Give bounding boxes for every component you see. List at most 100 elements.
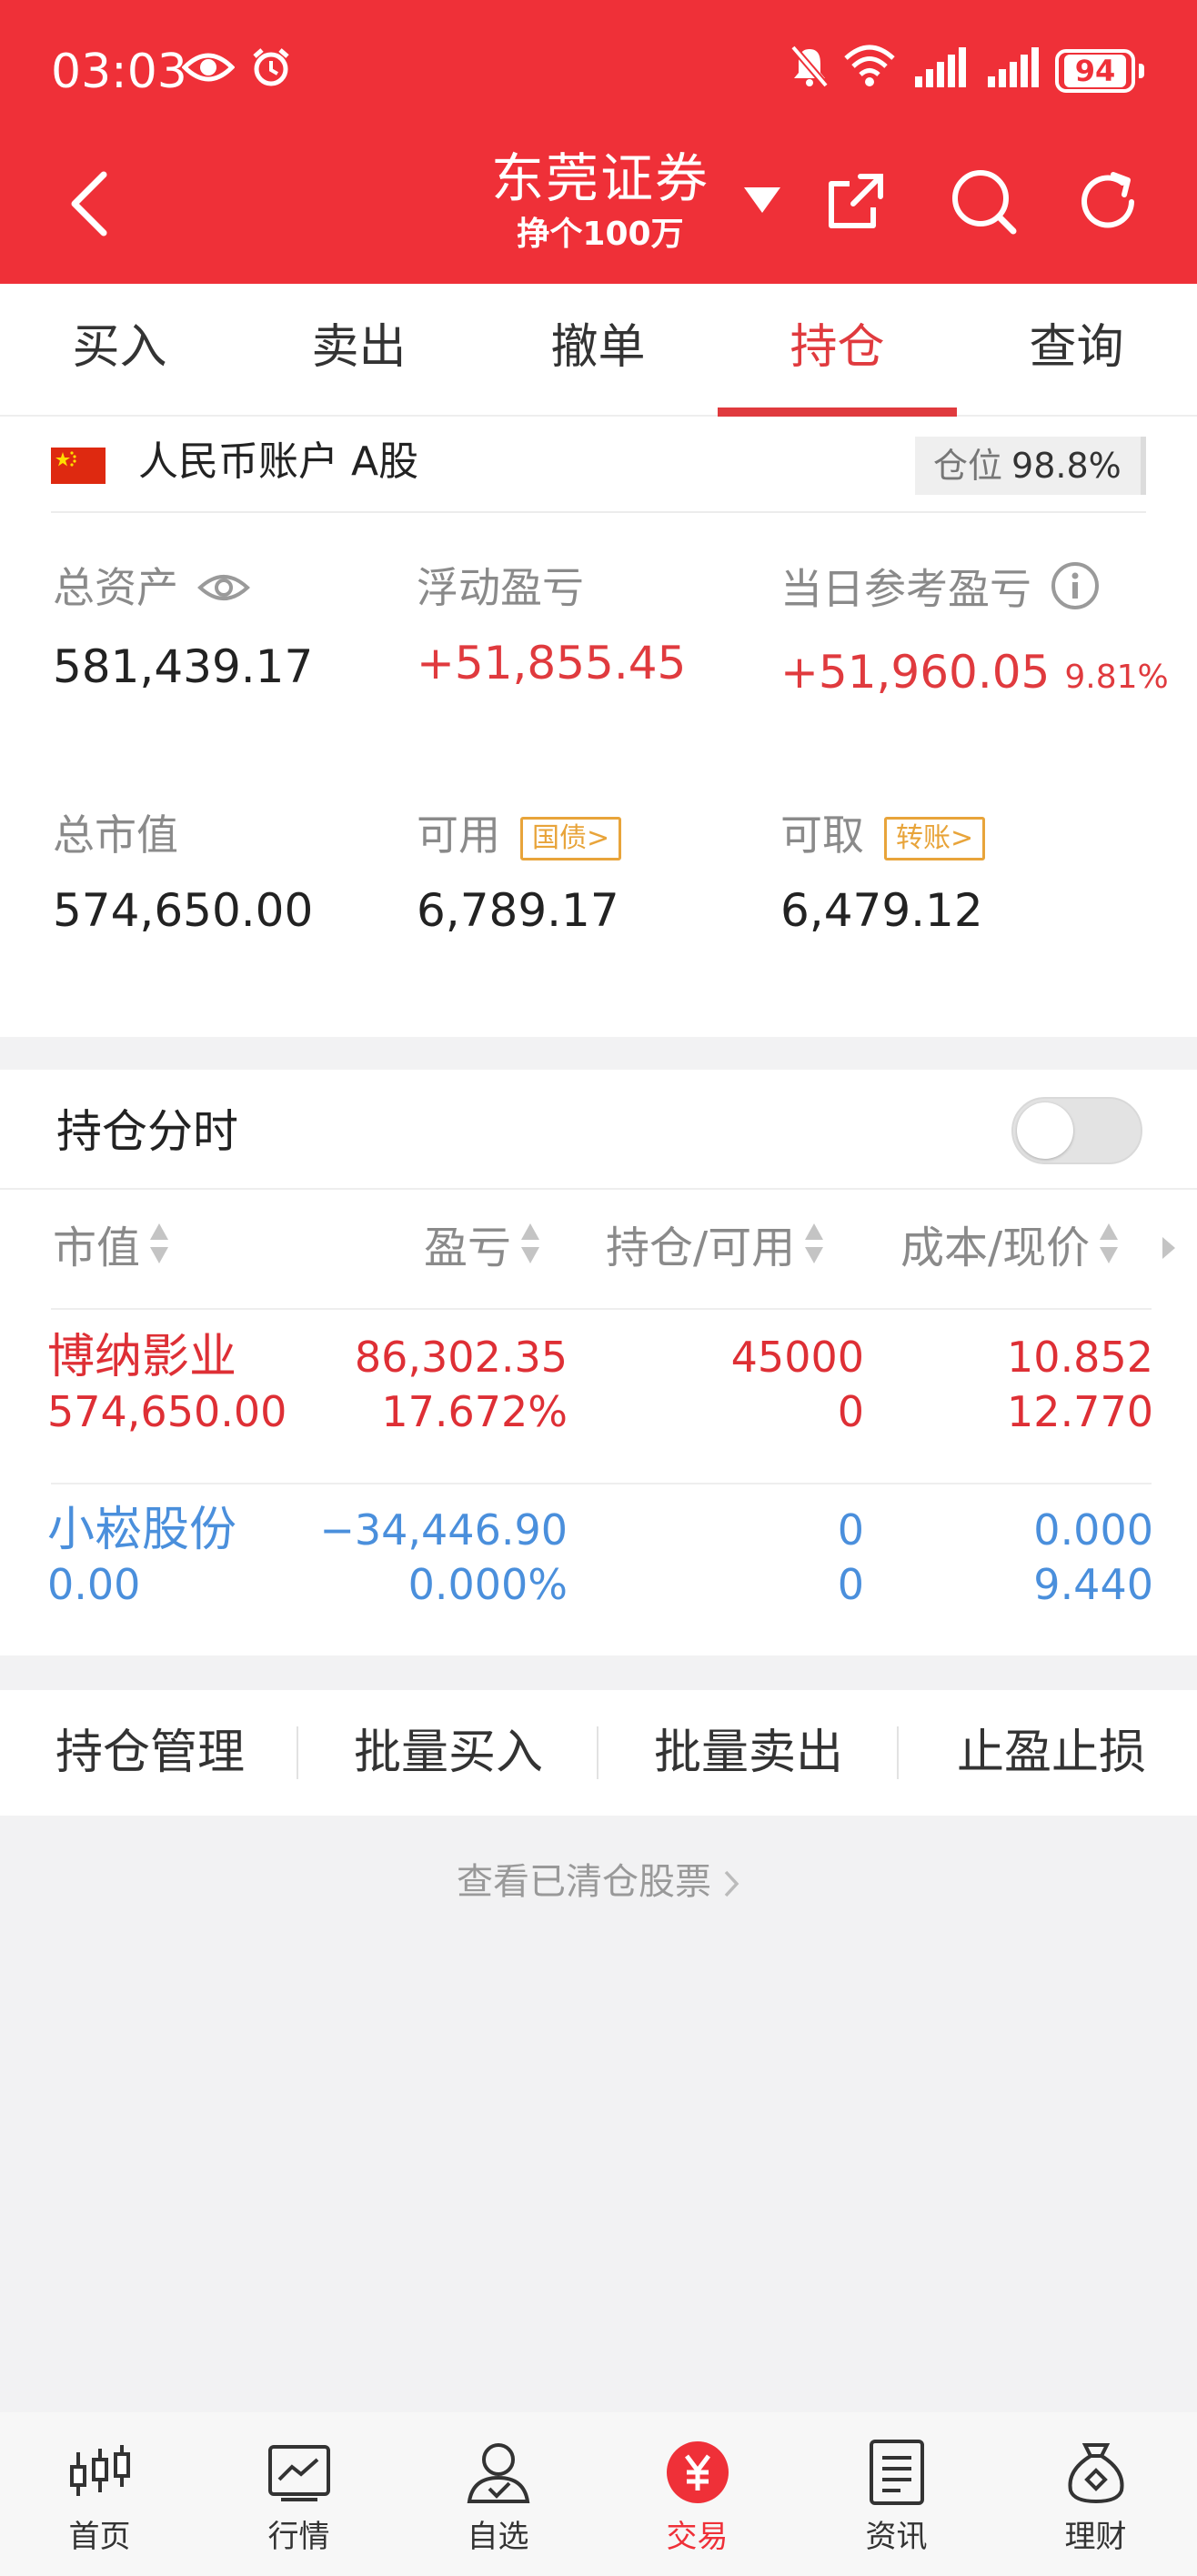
col-profit-loss[interactable]: 盈亏 [424,1213,540,1283]
total-assets: 总资产 581,439.17 [53,560,417,699]
document-icon [864,2440,930,2505]
app-header: 03:03 94 东莞证券 挣个100万 [0,0,1197,284]
floating-pl: 浮动盈亏 +51,855.45 [417,560,780,695]
nav-watchlist[interactable]: 自选 [398,2412,598,2576]
daily-pl-value: +51,960.05 [780,646,1051,699]
table-row[interactable]: 博纳影业 574,650.00 86,302.35 17.672% 45000 … [0,1330,1197,1503]
daily-pl: 当日参考盈亏 +51,960.05 9.81% [780,560,1169,709]
divider [597,1726,598,1779]
tab-sell[interactable]: 卖出 [239,284,478,417]
scroll-right-icon[interactable] [1161,1235,1177,1264]
sort-icon [520,1216,540,1285]
divider [297,1726,298,1779]
nav-news[interactable]: 资讯 [797,2412,996,2576]
available-value: 6,789.17 [417,884,619,937]
stock-pl-percent: 0.000% [407,1560,568,1609]
tab-buy[interactable]: 买入 [0,284,239,417]
holdings-panel: 持仓分时 市值 盈亏 持仓/可用 成本/现价 博纳影业 574,650.00 8… [0,1070,1197,1655]
withdrawable-label: 可取 [780,810,864,860]
market-value-label: 总市值 [53,810,178,860]
account-summary-card: 人民币账户 A股 仓位 98.8% 总资产 581,439.17 浮动盈亏 +51… [0,417,1197,1037]
floating-pl-label: 浮动盈亏 [417,563,584,612]
nav-trade[interactable]: 交易 [598,2412,797,2576]
intraday-toggle[interactable] [1011,1097,1142,1164]
eye-icon[interactable] [196,564,251,619]
stock-name: 小崧股份 [47,1503,237,1557]
available-label: 可用 [417,810,500,860]
sort-icon [1099,1216,1119,1285]
stock-pl: 86,302.35 [354,1333,568,1382]
position-ratio-badge: 仓位 98.8% [915,437,1146,495]
tab-query[interactable]: 查询 [957,284,1196,417]
stock-pl: −34,446.90 [319,1505,568,1555]
signal-icon [915,47,966,91]
chevron-right-icon [711,1861,740,1903]
account-row[interactable]: 人民币账户 A股 仓位 98.8% [51,417,1146,513]
account-name: 人民币账户 A股 [138,438,419,485]
position-label: 仓位 [933,446,1003,486]
status-bar: 03:03 94 [0,0,1197,146]
treasury-bond-tag[interactable]: 国债> [520,816,622,860]
battery-icon: 94 [1055,49,1144,93]
refresh-icon[interactable] [1073,167,1142,240]
divider [51,1483,1152,1484]
holdings-actions: 持仓管理 批量买入 批量卖出 止盈止损 [0,1690,1197,1816]
daily-pl-percent: 9.81% [1064,659,1169,696]
search-icon[interactable] [950,167,1019,240]
signal-icon [988,47,1039,91]
stock-available: 0 [837,1560,864,1609]
withdrawable-value: 6,479.12 [780,884,983,937]
stock-position: 0 [837,1505,864,1555]
holdings-intraday-title: 持仓分时 [56,1105,238,1158]
market-value: 总市值 574,650.00 [53,808,417,942]
batch-buy-button[interactable]: 批量买入 [326,1690,571,1816]
bottom-nav: 首页 行情 自选 交易 资讯 理财 [0,2412,1197,2576]
tab-holdings[interactable]: 持仓 [718,284,957,417]
nav-wealth[interactable]: 理财 [996,2412,1195,2576]
wifi-icon [842,42,897,91]
col-market-value[interactable]: 市值 [53,1213,169,1283]
total-assets-label: 总资产 [53,563,178,612]
nav-market[interactable]: 行情 [199,2412,398,2576]
daily-pl-label: 当日参考盈亏 [780,564,1031,614]
nav-home[interactable]: 首页 [0,2412,199,2576]
tab-cancel-order[interactable]: 撤单 [478,284,718,417]
position-value: 98.8% [1011,446,1122,486]
view-closed-positions-link[interactable]: 查看已清仓股票 [0,1850,1197,1914]
available-funds: 可用 国债> 6,789.17 [417,808,780,942]
table-row[interactable]: 小崧股份 0.00 −34,446.90 0.000% 0 0 0.000 9.… [0,1503,1197,1675]
candlestick-icon [67,2440,133,2505]
sort-icon [804,1216,824,1285]
batch-sell-button[interactable]: 批量卖出 [626,1690,871,1816]
withdrawable-funds: 可取 转账> 6,479.12 [780,808,1144,942]
account-nickname: 挣个100万 [517,216,684,253]
sort-icon [149,1216,169,1285]
status-time: 03:03 [51,45,187,99]
back-icon[interactable] [64,169,118,238]
manage-holdings-button[interactable]: 持仓管理 [27,1690,273,1816]
divider [897,1726,899,1779]
transfer-tag[interactable]: 转账> [884,816,986,860]
stock-price: 12.770 [1007,1387,1153,1436]
market-value-value: 574,650.00 [53,884,314,937]
view-closed-label: 查看已清仓股票 [457,1861,711,1903]
divider [0,1188,1197,1190]
col-cost-price[interactable]: 成本/现价 [900,1213,1119,1283]
stock-price: 9.440 [1033,1560,1153,1609]
chart-icon [267,2440,332,2505]
trade-tabs: 买入 卖出 撤单 持仓 查询 [0,284,1197,417]
col-position-available[interactable]: 持仓/可用 [606,1213,824,1283]
stock-available: 0 [837,1387,864,1436]
broker-selector[interactable]: 东莞证券 挣个100万 [437,142,764,255]
eye-icon [181,49,236,89]
share-icon[interactable] [824,169,888,236]
dropdown-caret-icon[interactable] [742,186,782,218]
take-profit-stop-loss-button[interactable]: 止盈止损 [924,1690,1179,1816]
stock-cost: 10.852 [1007,1333,1153,1382]
floating-pl-value: +51,855.45 [417,637,687,689]
info-icon[interactable] [1050,560,1101,624]
stock-pl-percent: 17.672% [381,1387,568,1436]
stock-market-value: 574,650.00 [47,1387,287,1436]
page-title: 东莞证券 [490,147,709,209]
stock-name: 博纳影业 [47,1330,237,1384]
